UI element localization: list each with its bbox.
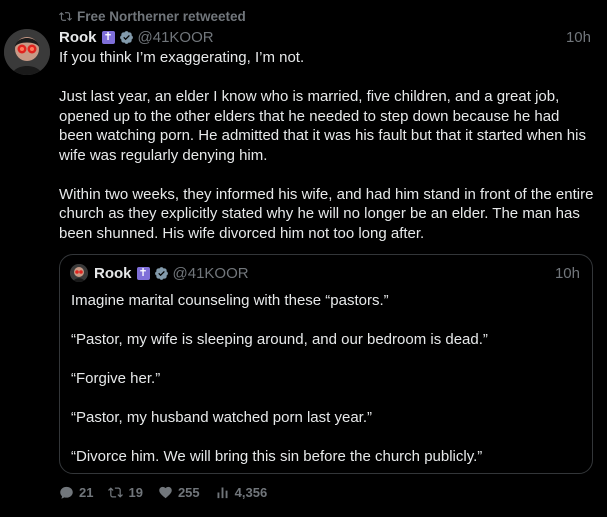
- reply-icon: [59, 485, 79, 500]
- quote-paragraph: “Pastor, my husband watched porn last ye…: [71, 409, 372, 426]
- views-count: 4,356: [234, 484, 268, 500]
- retweet-icon: [108, 485, 128, 500]
- quote-timestamp: 10h: [554, 264, 580, 282]
- quote-avatar: [70, 264, 88, 282]
- quote-paragraph: Imagine marital counseling with these “p…: [71, 292, 389, 309]
- verified-icon: [150, 266, 169, 281]
- retweet-icon: [59, 10, 72, 23]
- heart-icon: [158, 485, 178, 500]
- reply-count: 21: [79, 484, 94, 500]
- tweet-paragraph: Just last year, an elder I know who is m…: [59, 88, 586, 164]
- retweet-text: Free Northerner retweeted: [77, 8, 246, 24]
- verified-icon: [115, 30, 134, 45]
- retweet-button[interactable]: 19: [108, 484, 143, 500]
- like-count: 255: [177, 484, 200, 500]
- quote-paragraph: “Forgive her.”: [71, 370, 161, 387]
- cross-badge-icon: ✝: [101, 30, 115, 44]
- quote-author-name: Rook: [94, 264, 132, 282]
- timestamp[interactable]: 10h: [566, 29, 591, 46]
- action-bar: 21 19 255 4,356: [59, 483, 282, 501]
- quote-paragraph: “Divorce him. We will bring this sin bef…: [71, 448, 483, 465]
- quoted-tweet[interactable]: Rook ✝ @41KOOR 10h Imagine marital couns…: [59, 254, 593, 474]
- views-button[interactable]: 4,356: [215, 484, 268, 500]
- author-handle[interactable]: @41KOOR: [138, 29, 214, 46]
- tweet-text: If you think I’m exaggerating, I’m not. …: [59, 48, 594, 243]
- avatar[interactable]: [4, 29, 50, 75]
- retweet-context[interactable]: Free Northerner retweeted: [59, 7, 246, 25]
- author-name[interactable]: Rook: [59, 29, 97, 46]
- reply-button[interactable]: 21: [59, 485, 93, 500]
- retweet-count: 19: [128, 484, 143, 500]
- like-button[interactable]: 255: [158, 485, 200, 500]
- quote-author-handle: @41KOOR: [172, 264, 249, 282]
- tweet-header: Rook ✝ @41KOOR 10h: [59, 26, 591, 48]
- quote-paragraph: “Pastor, my wife is sleeping around, and…: [71, 331, 488, 348]
- tweet-paragraph: Within two weeks, they informed his wife…: [59, 185, 594, 242]
- views-icon: [215, 485, 235, 500]
- quote-header: Rook ✝ @41KOOR 10h: [70, 263, 580, 283]
- cross-badge-icon: ✝: [136, 266, 150, 280]
- tweet-paragraph: If you think I’m exaggerating, I’m not.: [59, 49, 305, 66]
- quote-text: Imagine marital counseling with these “p…: [71, 291, 581, 467]
